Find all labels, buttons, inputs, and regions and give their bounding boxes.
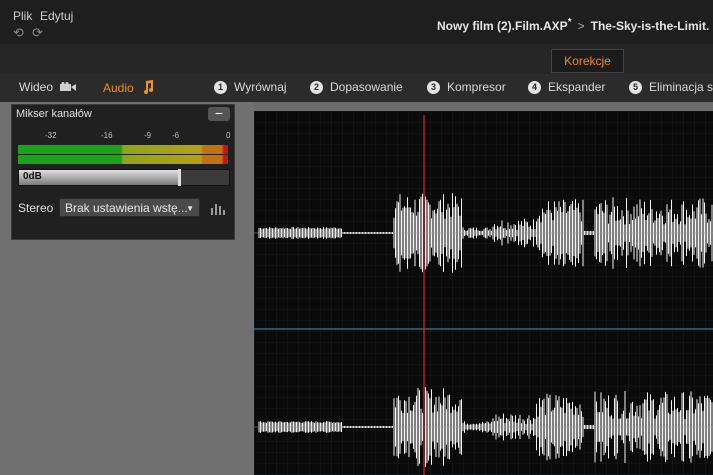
breadcrumb: Nowy film (2).Film.AXP* > The-Sky-is-the-L… bbox=[437, 17, 709, 33]
tab-bar: Wideo Audio 1 Wyrównaj 2 Dopasowanie 3 Komp… bbox=[0, 74, 713, 102]
step-number-4: 4 bbox=[528, 81, 541, 94]
stereo-label: Stereo bbox=[18, 201, 54, 215]
scale-label: -9 bbox=[144, 131, 152, 140]
tab-step-5[interactable]: 5 Eliminacja s bbox=[629, 80, 713, 94]
modified-marker: * bbox=[567, 17, 572, 28]
tab-step-1[interactable]: 1 Wyrównaj bbox=[214, 80, 287, 94]
chevron-down-icon: ▼ bbox=[186, 204, 194, 213]
step-label-2: Dopasowanie bbox=[330, 80, 403, 94]
preset-value: Brak ustawienia wstę... bbox=[65, 201, 188, 215]
minus-icon[interactable]: − bbox=[208, 106, 230, 121]
step-number-5: 5 bbox=[629, 81, 642, 94]
channel-mixer-panel: Mikser kanałów − -32 -16 -9 -6 0 0dB Ste… bbox=[11, 104, 235, 240]
redo-icon[interactable]: ⟳ bbox=[32, 25, 43, 41]
volume-handle[interactable] bbox=[177, 169, 181, 186]
volume-fill bbox=[19, 170, 179, 185]
korekcje-tab[interactable]: Korekcje bbox=[551, 49, 624, 73]
waveform-view[interactable] bbox=[254, 111, 713, 475]
step-number-1: 1 bbox=[214, 81, 227, 94]
tab-step-4[interactable]: 4 Ekspander bbox=[528, 80, 605, 94]
breadcrumb-project[interactable]: Nowy film (2).Film.AXP bbox=[437, 19, 568, 33]
tab-step-2[interactable]: 2 Dopasowanie bbox=[310, 80, 403, 94]
breadcrumb-clip[interactable]: The-Sky-is-the-Limit. bbox=[591, 19, 710, 33]
mixer-title: Mikser kanałów bbox=[16, 108, 92, 120]
level-meter-left bbox=[18, 145, 228, 154]
undo-icon[interactable]: ⟲ bbox=[13, 25, 24, 41]
scale-label: -6 bbox=[172, 131, 180, 140]
preset-dropdown[interactable]: Brak ustawienia wstę... ▼ bbox=[59, 198, 200, 217]
menu-edit[interactable]: Edytuj bbox=[40, 9, 73, 23]
scale-label: 0 bbox=[226, 131, 231, 140]
tab-video-label: Wideo bbox=[19, 80, 54, 94]
top-bar: Plik Edytuj ⟲ ⟳ Nowy film (2).Film.AXP* >… bbox=[0, 0, 713, 44]
camera-icon bbox=[60, 82, 77, 91]
level-meter-right bbox=[18, 155, 228, 164]
step-number-3: 3 bbox=[427, 81, 440, 94]
volume-slider[interactable]: 0dB bbox=[18, 169, 230, 186]
volume-label: 0dB bbox=[23, 171, 42, 182]
tab-audio[interactable]: Audio bbox=[103, 80, 154, 95]
scale-label: -16 bbox=[101, 131, 113, 140]
music-note-icon bbox=[144, 80, 154, 94]
step-label-5: Eliminacja s bbox=[649, 80, 713, 94]
breadcrumb-separator: > bbox=[577, 19, 585, 33]
step-label-4: Ekspander bbox=[548, 80, 606, 94]
level-meter bbox=[18, 143, 228, 165]
step-label-1: Wyrównaj bbox=[234, 80, 287, 94]
equalizer-icon[interactable] bbox=[210, 201, 226, 215]
tab-audio-label: Audio bbox=[103, 81, 134, 95]
tab-step-3[interactable]: 3 Kompresor bbox=[427, 80, 506, 94]
tab-video[interactable]: Wideo bbox=[19, 80, 77, 94]
step-label-3: Kompresor bbox=[447, 80, 506, 94]
step-number-2: 2 bbox=[310, 81, 323, 94]
scale-label: -32 bbox=[45, 131, 57, 140]
menu-file[interactable]: Plik bbox=[13, 9, 32, 23]
